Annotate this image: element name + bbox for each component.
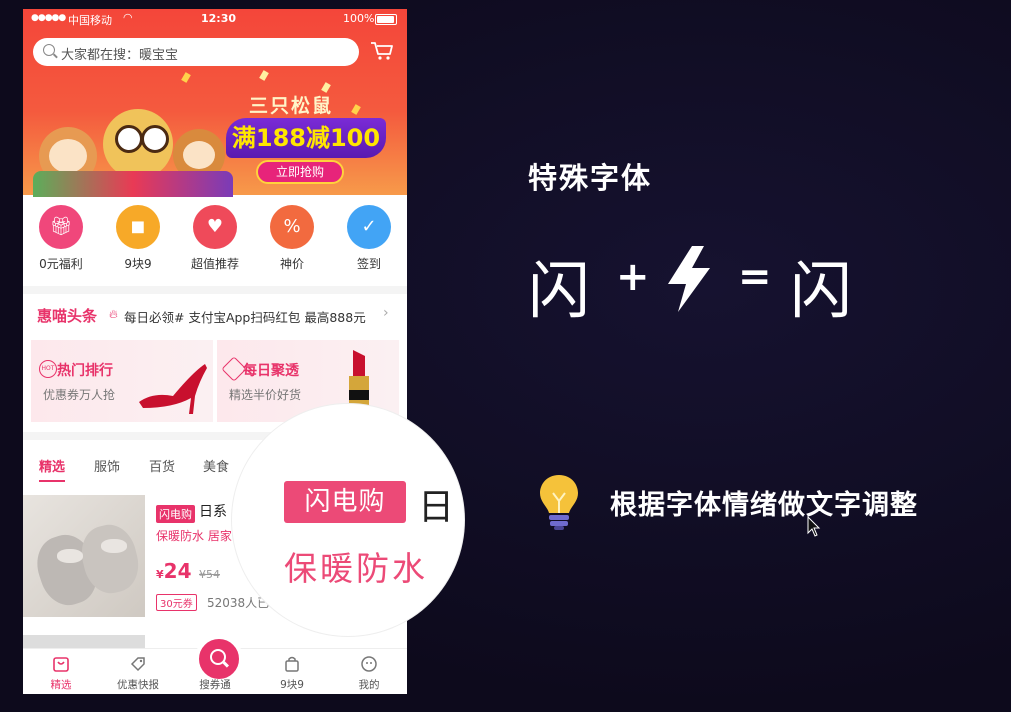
tip-text: 根据字体情绪做文字调整 xyxy=(610,490,918,521)
confetti xyxy=(259,70,269,81)
tabbar-label: 优惠快报 xyxy=(117,679,159,691)
tab-apparel[interactable]: 服饰 xyxy=(94,456,120,475)
wifi-icon: ◠ xyxy=(123,11,133,24)
original-price: ¥54 xyxy=(199,568,220,581)
confetti xyxy=(351,104,361,115)
flame-icon: 🔥︎ xyxy=(109,307,118,321)
nav-free-welfare[interactable]: 🎁︎ 0元福利 xyxy=(31,205,91,272)
gift-icon: 🎁︎ xyxy=(49,216,73,237)
bottom-tab-bar: 精选 优惠快报 搜券通 9块9 我的 xyxy=(23,635,407,694)
nav-check-in[interactable]: ✓ 签到 xyxy=(339,205,399,272)
nav-label: 9块9 xyxy=(124,257,152,271)
user-icon xyxy=(361,656,377,672)
tabbar-nine-nine[interactable]: 9块9 xyxy=(262,656,322,692)
search-input[interactable]: 大家都在搜：暖宝宝 xyxy=(33,38,359,66)
zoom-flash-sale-tag: 闪电购 xyxy=(284,481,406,523)
product-name: 日系 xyxy=(199,504,227,520)
search-placeholder: 大家都在搜：暖宝宝 xyxy=(61,48,179,63)
nav-label: 超值推荐 xyxy=(190,257,239,271)
banner-characters-image xyxy=(33,87,233,197)
lightbulb-icon xyxy=(540,475,578,530)
tabbar-me[interactable]: 我的 xyxy=(339,656,399,692)
tabbar-coupon-search[interactable]: 搜券通 xyxy=(185,677,245,692)
nav-label: 签到 xyxy=(356,257,381,271)
bag-icon: ◼ xyxy=(130,216,146,237)
carrier: 中国移动 xyxy=(68,14,112,27)
tab-food[interactable]: 美食 xyxy=(203,456,229,475)
card-title: 每日聚透 xyxy=(243,363,299,379)
hot-ranking-card[interactable]: HOT 热门排行 优惠券万人抢 xyxy=(31,340,213,422)
calendar-check-icon: ✓ xyxy=(361,216,377,237)
flash-sale-tag: 闪电购 xyxy=(156,505,195,523)
hot-badge-icon: HOT xyxy=(39,360,57,378)
zoom-magnifier: 闪电购 日 保暖防水 xyxy=(232,404,464,636)
chevron-right-icon: › xyxy=(383,305,389,321)
status-bar: ●●●●● 中国移动 ◠ 12:30 100% xyxy=(23,9,407,29)
nav-god-price[interactable]: % 神价 xyxy=(262,205,322,272)
nav-label: 神价 xyxy=(279,257,304,271)
equals-sign: = xyxy=(738,254,772,300)
percent-icon: % xyxy=(283,216,301,237)
mouse-cursor-icon xyxy=(807,516,821,537)
news-text: 每日必领# 支付宝App扫码红包 最高888元 xyxy=(124,310,366,325)
lightning-bolt-icon xyxy=(668,246,710,312)
slide-headline: 特殊字体 xyxy=(528,161,653,195)
cart-icon[interactable] xyxy=(370,41,394,61)
search-icon xyxy=(210,649,226,665)
tip-row: 根据字体情绪做文字调整 xyxy=(534,471,1004,531)
equation-left-char: 闪 xyxy=(528,254,591,327)
nav-nine-nine[interactable]: ◼ 9块9 xyxy=(108,205,168,272)
banner-promo: 满188减100 xyxy=(226,118,386,158)
shopping-bag-icon xyxy=(53,657,69,672)
card-subtitle: 精选半价好货 xyxy=(229,388,302,402)
tab-general[interactable]: 百货 xyxy=(149,456,175,475)
nav-value-picks[interactable]: ♥ 超值推荐 xyxy=(185,205,245,272)
news-brand: 惠喵头条 xyxy=(37,307,98,325)
font-equation: 闪 + = 闪 xyxy=(528,240,868,327)
signal-icon: ●●●●● xyxy=(31,13,66,23)
banner-brand: 三只松鼠 xyxy=(249,95,334,117)
tabbar-deals-news[interactable]: 优惠快报 xyxy=(108,657,168,692)
zoom-next-char: 日 xyxy=(418,487,455,528)
nav-label: 0元福利 xyxy=(39,257,83,271)
clock: 12:30 xyxy=(201,12,237,25)
active-tab-indicator xyxy=(39,480,65,482)
equation-right-char: 闪 xyxy=(790,254,853,327)
plus-sign: + xyxy=(616,254,650,300)
tabbar-label: 我的 xyxy=(358,679,380,691)
divider xyxy=(23,286,407,294)
category-nav: 🎁︎ 0元福利 ◼ 9块9 ♥ 超值推荐 % 神价 ✓ 签到 xyxy=(23,199,407,279)
coupon-search-button[interactable] xyxy=(195,635,243,683)
tab-featured[interactable]: 精选 xyxy=(39,456,65,475)
search-icon xyxy=(43,44,55,56)
high-heel-image xyxy=(139,364,207,414)
tabbar-label: 搜券通 xyxy=(199,679,231,691)
hero-banner[interactable]: 三只松鼠 满188减100 立即抢购 xyxy=(23,9,407,197)
product-price: ¥24 xyxy=(156,559,192,583)
confetti xyxy=(181,72,191,83)
slippers-image xyxy=(23,495,145,617)
buy-now-button[interactable]: 立即抢购 xyxy=(256,160,344,184)
product-keyword: 保暖防水 居家 xyxy=(156,529,232,543)
tabbar-featured[interactable]: 精选 xyxy=(31,657,91,692)
tabbar-label: 9块9 xyxy=(280,679,304,691)
news-ticker[interactable]: 惠喵头条 🔥︎ 每日必领# 支付宝App扫码红包 最高888元 › xyxy=(23,300,407,330)
heart-icon: ♥ xyxy=(206,216,224,237)
card-title: 热门排行 xyxy=(57,363,113,379)
coupon-badge: 30元券 xyxy=(156,594,197,611)
tag-icon xyxy=(130,657,145,672)
tabbar-label: 精选 xyxy=(50,679,72,691)
bag-icon xyxy=(285,656,299,672)
battery-icon xyxy=(375,14,397,25)
battery-percent: 100% xyxy=(343,12,375,25)
card-subtitle: 优惠券万人抢 xyxy=(43,388,116,402)
zoom-keyword: 保暖防水 xyxy=(284,549,428,588)
